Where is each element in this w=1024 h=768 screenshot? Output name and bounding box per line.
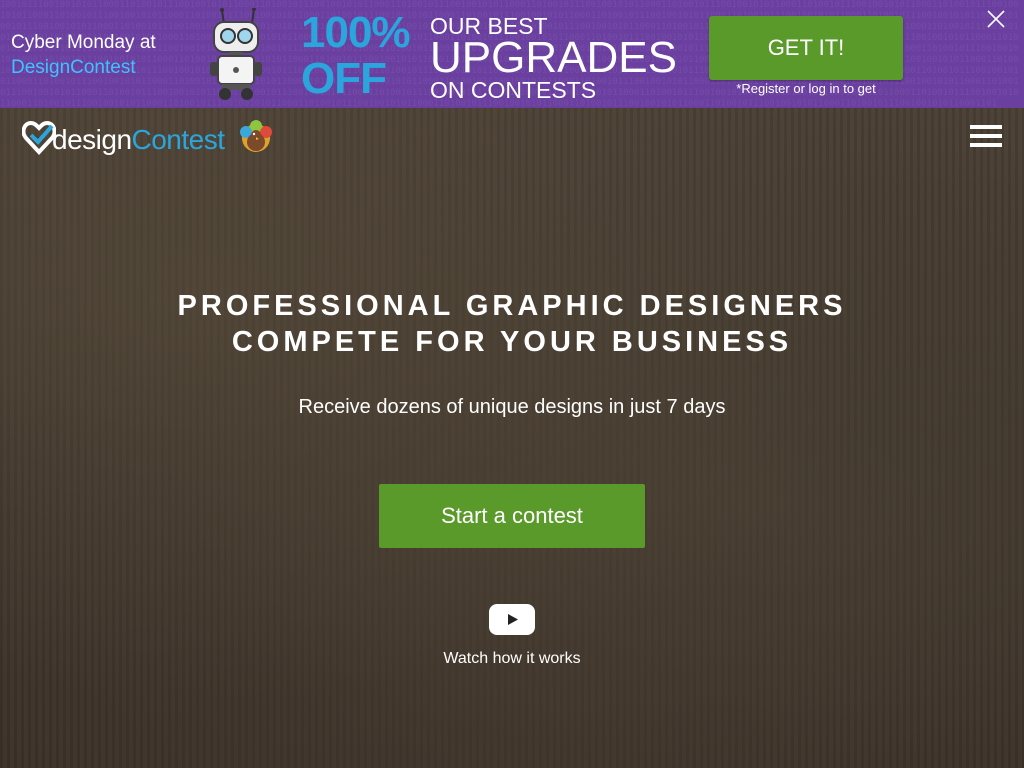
start-contest-button[interactable]: Start a contest xyxy=(379,484,645,548)
close-icon[interactable] xyxy=(985,8,1007,30)
site-logo[interactable]: designContest xyxy=(22,118,282,160)
promo-intro-line: Cyber Monday at xyxy=(11,32,156,53)
watch-how-it-works-link[interactable]: Watch how it works xyxy=(0,650,1024,668)
turkey-icon xyxy=(240,120,272,152)
register-note: *Register or log in to get xyxy=(736,81,876,96)
heart-check-logo-icon xyxy=(22,120,56,155)
promo-banner: 1001011100100101011000110100101110010010… xyxy=(0,0,1024,108)
youtube-play-icon[interactable] xyxy=(488,603,536,636)
logo-word-design: design xyxy=(52,124,132,155)
promo-brand-name: DesignContest xyxy=(11,57,136,78)
discount-word: OFF xyxy=(301,54,387,103)
hero-headline-line1: PROFESSIONAL GRAPHIC DESIGNERS xyxy=(177,290,847,322)
hero-subheadline: Receive dozens of unique designs in just… xyxy=(298,396,726,418)
robot-mascot-icon xyxy=(210,8,262,100)
hamburger-menu-icon[interactable] xyxy=(970,125,1002,151)
logo-wordmark: designContest xyxy=(52,124,225,156)
hero-background xyxy=(0,108,1024,768)
hero-headline-line2: COMPETE FOR YOUR BUSINESS xyxy=(231,326,793,358)
get-it-button[interactable]: GET IT! xyxy=(709,16,903,80)
discount-value: 100% xyxy=(301,8,411,57)
hero-headline: PROFESSIONAL GRAPHIC DESIGNERS COMPETE F… xyxy=(0,288,1024,360)
discount-display: 100% OFF xyxy=(301,8,411,103)
promo-headline-main: UPGRADES xyxy=(430,33,677,82)
promo-intro: Cyber Monday at DesignContest xyxy=(11,30,156,80)
promo-headline: OUR BEST UPGRADES ON CONTESTS xyxy=(430,14,677,102)
logo-word-contest: Contest xyxy=(131,124,226,155)
